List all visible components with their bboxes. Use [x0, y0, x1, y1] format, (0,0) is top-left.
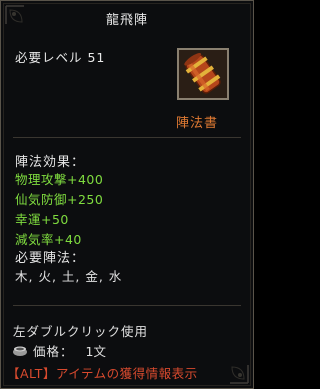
effect-stat: 減気率+40	[15, 232, 82, 247]
required-heading: 必要陣法：	[15, 251, 86, 266]
price-row: 価格： 1文	[11, 342, 106, 359]
alt-hint: 【ALT】アイテムの獲得情報表示	[7, 366, 198, 381]
divider	[13, 305, 241, 306]
level-requirement: 必要レベル 51	[15, 50, 106, 65]
required-elements: 木, 火, 土, 金, 水	[15, 269, 123, 284]
effect-stat: 幸運+50	[15, 212, 69, 227]
item-title: 龍飛陣	[105, 13, 148, 28]
effect-stat: 仙気防御+250	[15, 192, 104, 207]
divider	[13, 137, 241, 138]
item-tooltip: 龍飛陣 必要レベル 51 陣法書 陣法効果： 物理攻撃+400 仙気防御+250…	[0, 0, 254, 389]
price-value: 1文	[85, 343, 106, 359]
coin-pot-icon	[13, 346, 27, 356]
item-icon-slot	[177, 48, 229, 100]
scroll-bundle-icon	[179, 50, 227, 98]
corner-ornament-icon	[230, 365, 249, 384]
price-label: 価格：	[33, 343, 74, 359]
effect-stat: 物理攻撃+400	[15, 172, 104, 187]
usage-instruction: 左ダブルクリック使用	[13, 324, 149, 339]
item-type-label: 陣法書	[176, 116, 219, 131]
effects-heading: 陣法効果：	[15, 155, 86, 170]
